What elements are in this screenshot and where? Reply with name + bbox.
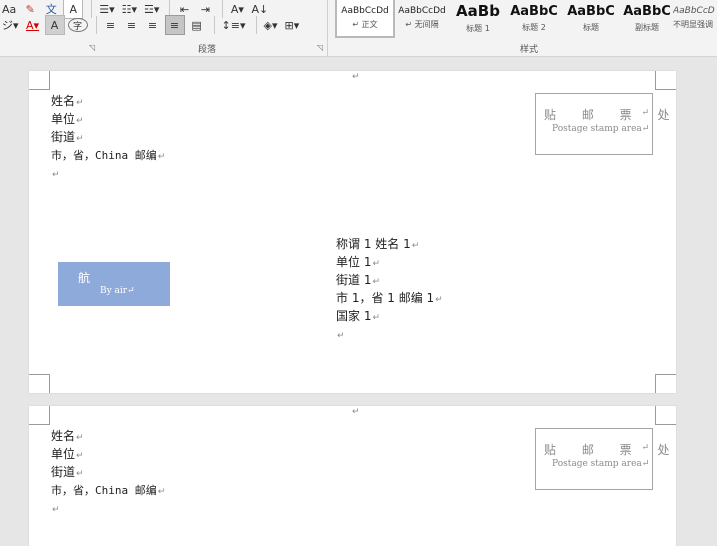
empty-paragraph: ↵: [52, 505, 60, 515]
return-company-line: 单位↵: [51, 447, 84, 461]
recipient-address[interactable]: 称谓 1 姓名 1↵ 单位 1↵ 街道 1↵ 市 1，省 1 邮编 1↵ 国家 …: [336, 236, 443, 344]
postage-stamp-area[interactable]: 贴 邮 票 处 ↵ Postage stamp area↵: [535, 428, 669, 490]
envelope-page-1: ↵ 姓名↵ 单位↵ 街道↵ 市，省，China 邮编↵ ↵ 贴 邮 票 处 ↵ …: [29, 71, 676, 393]
style-no-spacing[interactable]: AaBbCcDd ↵ 无间隔: [394, 0, 450, 36]
airmail-label: 航 空: [78, 271, 250, 285]
paragraph-mark: ↵: [352, 72, 360, 82]
crop-mark: [655, 71, 676, 90]
paragraph-dialog-launcher-icon[interactable]: ◹: [317, 43, 323, 52]
return-name-line: 姓名↵: [51, 94, 84, 108]
justify-button[interactable]: ≡: [164, 15, 185, 35]
empty-paragraph: ↵: [337, 331, 345, 341]
crop-mark: [29, 374, 50, 393]
recipient-company-line: 单位 1↵: [336, 255, 380, 269]
empty-paragraph: ↵: [52, 170, 60, 180]
airmail-label-box[interactable]: 航 空 By air↵: [58, 262, 202, 306]
stamp-label: 贴 邮 票 处: [544, 108, 681, 122]
font-controls-row-bottom: ジ▾ A▾ A 字 ≡ ≡ ≡ ≡ ▤ ↕≡▾ ◈▾ ⊞▾: [0, 6, 304, 44]
postage-stamp-area[interactable]: 贴 邮 票 处 ↵ Postage stamp area↵: [535, 93, 669, 155]
line-spacing-button[interactable]: ↕≡▾: [220, 16, 248, 34]
group-divider: [327, 0, 328, 56]
shading-button[interactable]: ◈▾: [262, 16, 280, 34]
separator: [213, 16, 215, 34]
style-subtitle[interactable]: AaBbC 副标题: [619, 0, 675, 36]
crop-mark: [29, 71, 50, 90]
return-name-line: 姓名↵: [51, 429, 84, 443]
stamp-sub-label: Postage stamp area↵: [552, 124, 650, 134]
paragraph-group-label: 段落: [198, 45, 217, 55]
styles-group-label: 样式: [520, 45, 539, 55]
recipient-city-line: 市 1，省 1 邮编 1↵: [336, 291, 443, 305]
return-city-line: 市，省，China 邮编↵: [51, 149, 166, 162]
crop-mark: [29, 406, 50, 425]
highlight-color-button[interactable]: ジ▾: [0, 16, 21, 34]
return-street-line: 街道↵: [51, 465, 84, 479]
crop-mark: [655, 374, 676, 393]
style-heading-1[interactable]: AaBb 标题 1: [450, 0, 506, 36]
paragraph-mark: ↵: [352, 407, 360, 417]
enclose-characters-button[interactable]: 字: [67, 18, 88, 32]
font-dialog-launcher-icon[interactable]: ◹: [89, 43, 95, 52]
style-subtle-emphasis[interactable]: AaBbCcD 不明显强调: [673, 0, 717, 36]
recipient-name-line: 称谓 1 姓名 1↵: [336, 237, 420, 251]
style-normal[interactable]: AaBbCcDd ↵ 正文: [335, 0, 395, 38]
return-address[interactable]: 姓名↵ 单位↵ 街道↵ 市，省，China 邮编↵ ↵: [51, 93, 165, 183]
separator: [255, 16, 257, 34]
recipient-street-line: 街道 1↵: [336, 273, 380, 287]
return-city-line: 市，省，China 邮编↵: [51, 484, 166, 497]
crop-mark: [655, 406, 676, 425]
envelope-page-2: ↵ 姓名↵ 单位↵ 街道↵ 市，省，China 邮编↵ ↵ 贴 邮 票 处 ↵ …: [29, 406, 676, 546]
style-title[interactable]: AaBbC 标题: [563, 0, 619, 36]
borders-button[interactable]: ⊞▾: [283, 16, 302, 34]
recipient-country-line: 国家 1↵: [336, 309, 380, 323]
font-color-button[interactable]: A▾: [24, 16, 42, 34]
stamp-label: 贴 邮 票 处: [544, 443, 681, 457]
align-center-button[interactable]: ≡: [123, 16, 141, 34]
ribbon: Aa ✎ 文 A ☰▾ ☷▾ ☲▾ ⇤ ⇥ A▾ A↓ ジ▾ A▾ A 字 ≡ …: [0, 0, 717, 57]
airmail-sub-label: By air↵: [100, 286, 135, 296]
align-left-button[interactable]: ≡: [102, 16, 120, 34]
separator: [95, 16, 97, 34]
align-right-button[interactable]: ≡: [144, 16, 162, 34]
return-address[interactable]: 姓名↵ 单位↵ 街道↵ 市，省，China 邮编↵ ↵: [51, 428, 165, 518]
stamp-sub-label: Postage stamp area↵: [552, 459, 650, 469]
character-shading-button[interactable]: A: [44, 15, 65, 35]
distributed-button[interactable]: ▤: [188, 16, 206, 34]
return-street-line: 街道↵: [51, 130, 84, 144]
return-company-line: 单位↵: [51, 112, 84, 126]
style-heading-2[interactable]: AaBbC 标题 2: [506, 0, 562, 36]
